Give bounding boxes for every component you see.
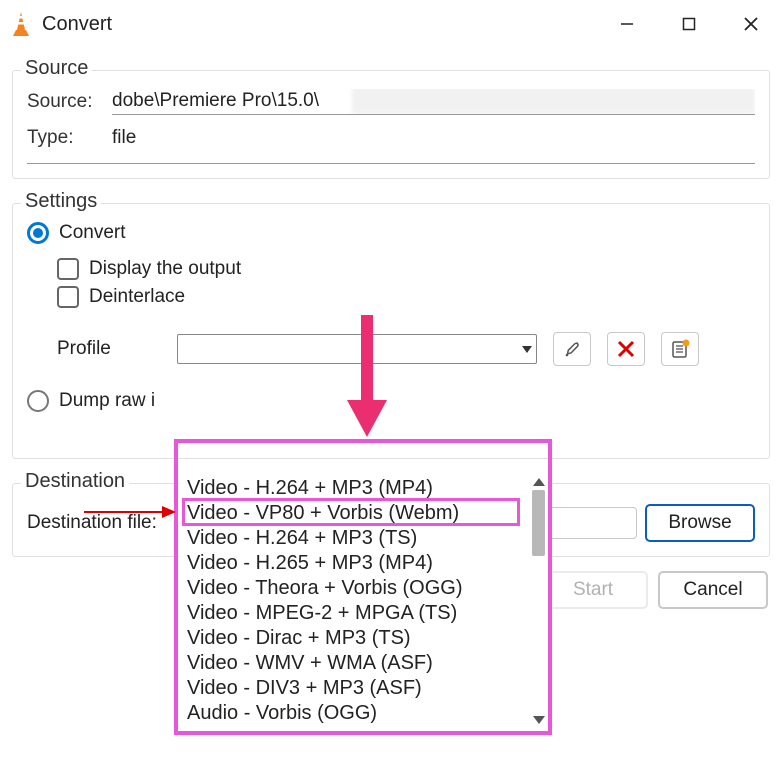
new-profile-button[interactable] [661, 332, 699, 366]
profile-option[interactable]: Video - DIV3 + MP3 (ASF) [183, 676, 545, 701]
profile-option[interactable]: Video - Theora + Vorbis (OGG) [183, 576, 545, 601]
source-type-label: Type: [27, 127, 112, 149]
scroll-thumb[interactable] [532, 490, 545, 556]
dump-raw-radio[interactable] [27, 390, 49, 412]
scroll-up-icon[interactable] [533, 478, 545, 486]
settings-group: Settings Convert Display the output Dein… [12, 203, 770, 459]
profile-option[interactable]: Audio - Vorbis (OGG) [183, 701, 545, 726]
settings-group-label: Settings [21, 190, 101, 213]
source-path-label: Source: [27, 91, 112, 113]
dropdown-scrollbar[interactable] [531, 476, 547, 726]
close-button[interactable] [720, 0, 782, 48]
profile-option[interactable]: Video - H.264 + MP3 (MP4) [183, 476, 545, 501]
cancel-button[interactable]: Cancel [658, 571, 768, 609]
destination-file-label: Destination file: [27, 512, 177, 534]
maximize-button[interactable] [658, 0, 720, 48]
profile-label: Profile [57, 338, 167, 360]
display-output-checkbox[interactable] [57, 258, 79, 280]
source-path-value: dobe\Premiere Pro\15.0\ [112, 90, 319, 112]
edit-profile-button[interactable] [553, 332, 591, 366]
dump-raw-label: Dump raw i [59, 390, 155, 412]
profile-combobox[interactable] [177, 334, 537, 364]
display-output-label: Display the output [89, 258, 241, 280]
vlc-cone-icon [8, 11, 34, 37]
deinterlace-label: Deinterlace [89, 286, 185, 308]
start-button[interactable]: Start [538, 571, 648, 609]
convert-radio-label: Convert [59, 222, 126, 244]
profile-option[interactable]: Video - H.264 + MP3 (TS) [183, 526, 545, 551]
profile-option[interactable]: Video - MPEG-2 + MPGA (TS) [183, 601, 545, 626]
profile-option[interactable]: Video - Dirac + MP3 (TS) [183, 626, 545, 651]
window-title: Convert [42, 13, 596, 36]
scroll-down-icon[interactable] [533, 716, 545, 724]
source-path-field: dobe\Premiere Pro\15.0\ [112, 89, 755, 115]
redacted-region [352, 89, 755, 114]
profile-option[interactable]: Video - H.265 + MP3 (MP4) [183, 551, 545, 576]
profile-option[interactable]: Video - VP80 + Vorbis (Webm) [183, 501, 545, 526]
delete-profile-button[interactable] [607, 332, 645, 366]
browse-button[interactable]: Browse [645, 504, 755, 542]
chevron-down-icon [522, 346, 532, 353]
titlebar: Convert [0, 0, 782, 48]
deinterlace-checkbox[interactable] [57, 286, 79, 308]
source-type-value: file [112, 127, 136, 149]
profile-dropdown-list[interactable]: Video - H.264 + MP3 (MP4) Video - VP80 +… [179, 474, 549, 728]
convert-radio[interactable] [27, 222, 49, 244]
profile-option[interactable]: Video - WMV + WMA (ASF) [183, 651, 545, 676]
source-group: Source Source: dobe\Premiere Pro\15.0\ T… [12, 70, 770, 179]
destination-group-label: Destination [21, 470, 129, 493]
minimize-button[interactable] [596, 0, 658, 48]
source-group-label: Source [21, 57, 92, 80]
